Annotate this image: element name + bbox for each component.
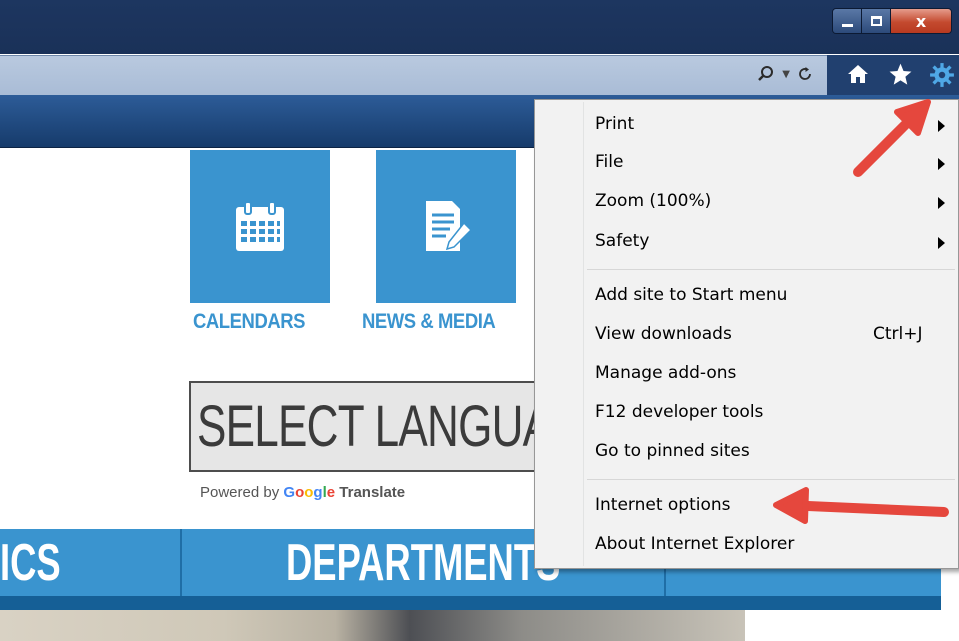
title-bar: x xyxy=(0,0,959,54)
menu-item-shortcut: Ctrl+J xyxy=(873,324,923,344)
gear-icon[interactable] xyxy=(929,62,955,88)
menu-item-about-internet-explorer[interactable]: About Internet Explorer xyxy=(535,526,958,564)
menu-separator xyxy=(587,269,955,270)
powered-by-google-translate: Powered by Google Translate xyxy=(200,484,405,501)
menu-item-zoom[interactable]: Zoom (100%) xyxy=(535,183,958,221)
menu-separator xyxy=(587,479,955,480)
menu-item-label: View downloads xyxy=(595,324,732,344)
menu-item-view-downloads[interactable]: View downloads Ctrl+J xyxy=(535,316,958,354)
powered-by-text: Powered by xyxy=(200,484,280,501)
translate-link[interactable]: Translate xyxy=(339,484,405,501)
menu-item-label: Add site to Start menu xyxy=(595,285,788,305)
nav-divider xyxy=(180,529,182,596)
refresh-icon[interactable] xyxy=(797,66,813,82)
nav-strip xyxy=(0,596,941,610)
calendar-icon xyxy=(236,200,284,251)
close-button[interactable]: x xyxy=(891,9,951,33)
menu-item-label: Manage add-ons xyxy=(595,363,737,383)
submenu-arrow-icon xyxy=(938,158,945,170)
menu-item-manage-add-ons[interactable]: Manage add-ons xyxy=(535,355,958,393)
menu-item-label: File xyxy=(595,152,624,172)
minimize-icon xyxy=(841,24,853,27)
submenu-arrow-icon xyxy=(938,120,945,132)
language-select[interactable]: SELECT LANGUAG xyxy=(189,381,549,472)
menu-item-label: F12 developer tools xyxy=(595,402,764,422)
address-bar[interactable]: ▼ xyxy=(0,55,827,95)
menu-item-label: Zoom (100%) xyxy=(595,191,712,211)
news-media-tile[interactable] xyxy=(376,150,516,303)
language-select-label: SELECT LANGUAG xyxy=(197,394,549,459)
nav-item-ics[interactable]: ICS xyxy=(0,535,87,591)
menu-item-label: Go to pinned sites xyxy=(595,441,750,461)
nav-item-departments-label: DEPARTMENTS xyxy=(286,534,561,592)
google-logo: Google xyxy=(283,484,336,501)
sidebar-area xyxy=(745,610,941,641)
restore-icon xyxy=(870,16,882,26)
star-icon[interactable] xyxy=(888,62,913,87)
news-media-label[interactable]: NEWS & MEDIA xyxy=(362,310,496,334)
menu-item-print[interactable]: Print xyxy=(535,106,958,144)
minimize-button[interactable] xyxy=(833,9,862,33)
menu-item-add-site-to-start-menu[interactable]: Add site to Start menu xyxy=(535,277,958,315)
menu-item-go-to-pinned-sites[interactable]: Go to pinned sites xyxy=(535,433,958,471)
tools-menu: Print File Zoom (100%) Safety Add site t… xyxy=(534,99,959,569)
document-pen-icon xyxy=(426,200,473,251)
menu-item-label: Internet options xyxy=(595,495,731,515)
address-bar-actions: ▼ xyxy=(757,65,813,83)
menu-item-file[interactable]: File xyxy=(535,144,958,182)
calendars-label[interactable]: CALENDARS xyxy=(193,310,306,334)
search-dropdown-icon[interactable]: ▼ xyxy=(782,69,790,80)
nav-item-ics-label: ICS xyxy=(0,534,61,592)
calendars-tile[interactable] xyxy=(190,150,330,303)
submenu-arrow-icon xyxy=(938,237,945,249)
close-icon: x xyxy=(915,11,927,31)
menu-item-label: About Internet Explorer xyxy=(595,534,795,554)
home-icon[interactable] xyxy=(846,62,870,86)
menu-item-f12-developer-tools[interactable]: F12 developer tools xyxy=(535,394,958,432)
menu-item-label: Print xyxy=(595,114,635,134)
menu-item-internet-options[interactable]: Internet options xyxy=(535,487,958,525)
menu-item-safety[interactable]: Safety xyxy=(535,223,958,261)
hero-photo xyxy=(0,610,745,641)
submenu-arrow-icon xyxy=(938,197,945,209)
window-controls: x xyxy=(832,8,952,34)
menu-item-label: Safety xyxy=(595,231,650,251)
restore-button[interactable] xyxy=(862,9,891,33)
search-icon[interactable] xyxy=(757,65,775,83)
